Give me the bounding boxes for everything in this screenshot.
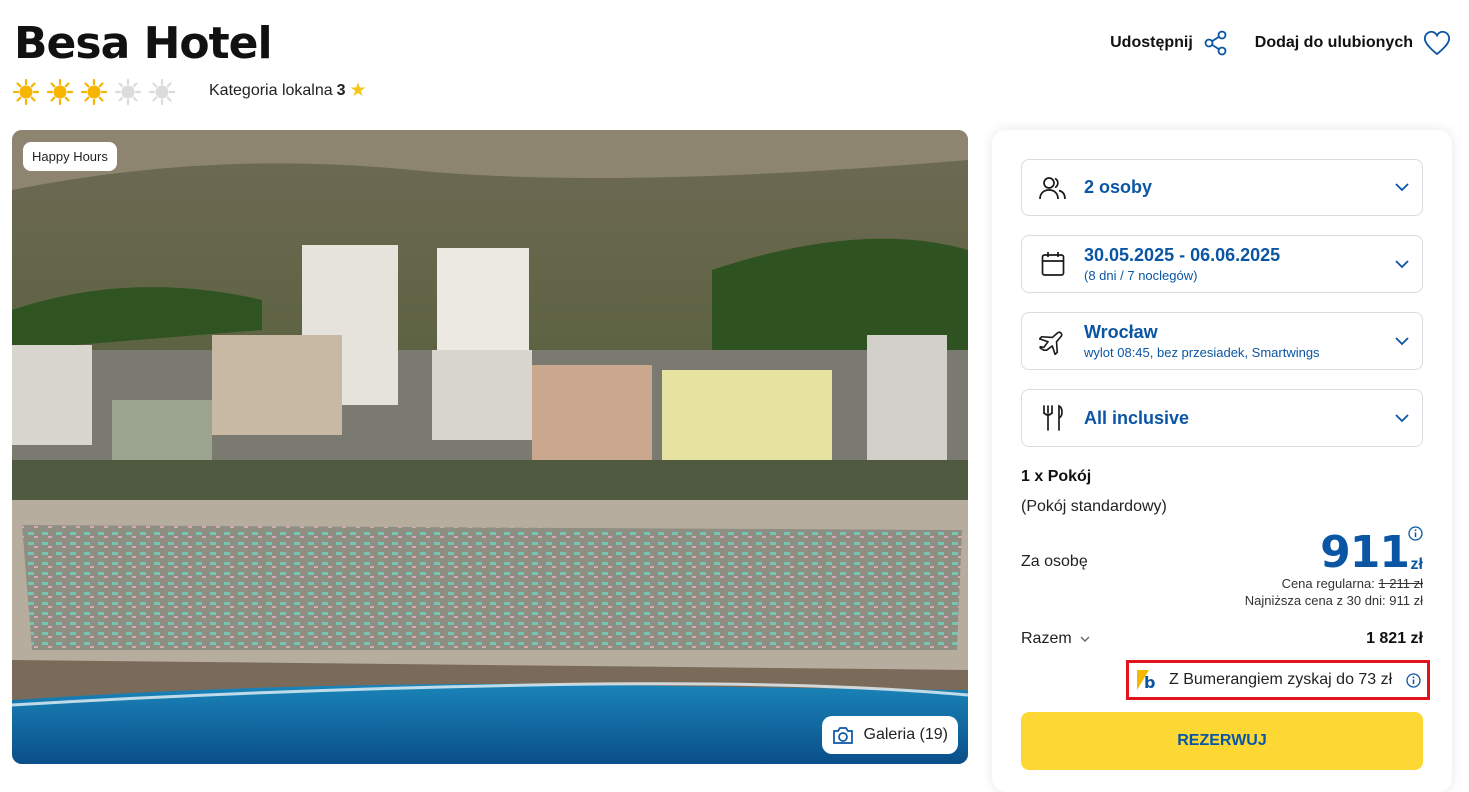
board-select[interactable]: All inclusive (1021, 389, 1423, 447)
price-currency-wrap: zł (1411, 554, 1423, 576)
sun-star-icon (80, 78, 108, 106)
favorite-label: Dodaj do ulubionych (1254, 34, 1413, 51)
price-currency: zł (1410, 556, 1423, 573)
star-icon: ★ (349, 80, 367, 101)
hotel-beach-photo (12, 130, 968, 764)
happy-hours-badge: Happy Hours (23, 142, 117, 171)
favorite-button[interactable]: Dodaj do ulubionych (1255, 30, 1451, 56)
cutlery-icon (1043, 404, 1063, 431)
per-person-label: Za osobę (1021, 553, 1088, 570)
hotel-photo[interactable]: Happy Hours Galeria (19) (12, 130, 968, 764)
category-value: 3 (336, 82, 346, 99)
board-value: All inclusive (1084, 407, 1190, 428)
regular-price-value: 1 211 zł (1378, 576, 1423, 591)
chevron-down-icon (1395, 336, 1409, 345)
sun-star-empty-icon (148, 78, 176, 106)
sun-star-icon (12, 78, 40, 106)
chevron-down-icon (1395, 183, 1409, 192)
chevron-down-icon (1395, 413, 1409, 422)
total-label: Razem (1021, 630, 1072, 647)
total-value: 1 821 zł (1366, 630, 1423, 647)
gallery-button[interactable]: Galeria (19) (821, 716, 958, 754)
bumerang-text: Z Bumerangiem zyskaj do 73 zł (1169, 671, 1393, 688)
departure-sub: wylot 08:45, bez przesiadek, Smartwings (1084, 345, 1320, 360)
departure-select[interactable]: Wrocław wylot 08:45, bez przesiadek, Sma… (1021, 312, 1423, 370)
persons-value: 2 osoby (1084, 177, 1153, 197)
regular-price-label: Cena regularna: (1281, 576, 1375, 591)
share-label: Udostępnij (1110, 34, 1193, 51)
chevron-down-icon (1080, 636, 1090, 642)
sun-star-empty-icon (114, 78, 142, 106)
info-icon[interactable] (1406, 672, 1421, 688)
total-toggle[interactable]: Razem (1021, 630, 1090, 648)
dates-value: 30.05.2025 - 06.06.2025 (1084, 245, 1281, 265)
reserve-button[interactable]: REZERWUJ (1021, 712, 1423, 770)
sun-star-icon (46, 78, 74, 106)
price-per-person: 911 (1320, 527, 1410, 578)
users-icon (1039, 176, 1066, 199)
plane-icon (1039, 331, 1063, 355)
category-label: Kategoria lokalna (209, 82, 333, 99)
local-category: Kategoria lokalna 3 ★ (209, 80, 367, 101)
price-value: 911 (1320, 527, 1410, 578)
gallery-label: Galeria (19) (863, 726, 948, 743)
svg-text:b: b (1144, 673, 1155, 692)
lowest-price-30-days: Najniższa cena z 30 dni: 911 zł (1244, 593, 1423, 608)
heart-icon (1423, 30, 1451, 56)
dates-sub: (8 dni / 7 noclegów) (1084, 268, 1198, 283)
price-info-icon[interactable] (1408, 526, 1423, 546)
share-button[interactable]: Udostępnij (1110, 30, 1229, 56)
top-actions: Udostępnij Dodaj do ulubionych (1110, 30, 1451, 56)
persons-select[interactable]: 2 osoby (1021, 159, 1423, 216)
room-count: 1 x Pokój (1021, 468, 1092, 485)
room-type: (Pokój standardowy) (1021, 498, 1167, 515)
regular-price: Cena regularna: 1 211 zł (1282, 576, 1423, 591)
star-rating (12, 78, 176, 106)
booking-panel: 2 osoby 30.05.2025 - 06.06.2025 (8 dni /… (992, 130, 1452, 792)
bumerang-cashback: b Z Bumerangiem zyskaj do 73 zł (1126, 660, 1430, 700)
departure-value: Wrocław (1084, 322, 1158, 342)
share-icon (1204, 30, 1227, 56)
calendar-icon (1041, 252, 1065, 276)
dates-select[interactable]: 30.05.2025 - 06.06.2025 (8 dni / 7 nocle… (1021, 235, 1423, 293)
chevron-down-icon (1395, 259, 1409, 268)
bumerang-logo-icon: b (1137, 670, 1155, 692)
hotel-title: Besa Hotel (14, 18, 273, 69)
camera-icon (832, 727, 853, 744)
